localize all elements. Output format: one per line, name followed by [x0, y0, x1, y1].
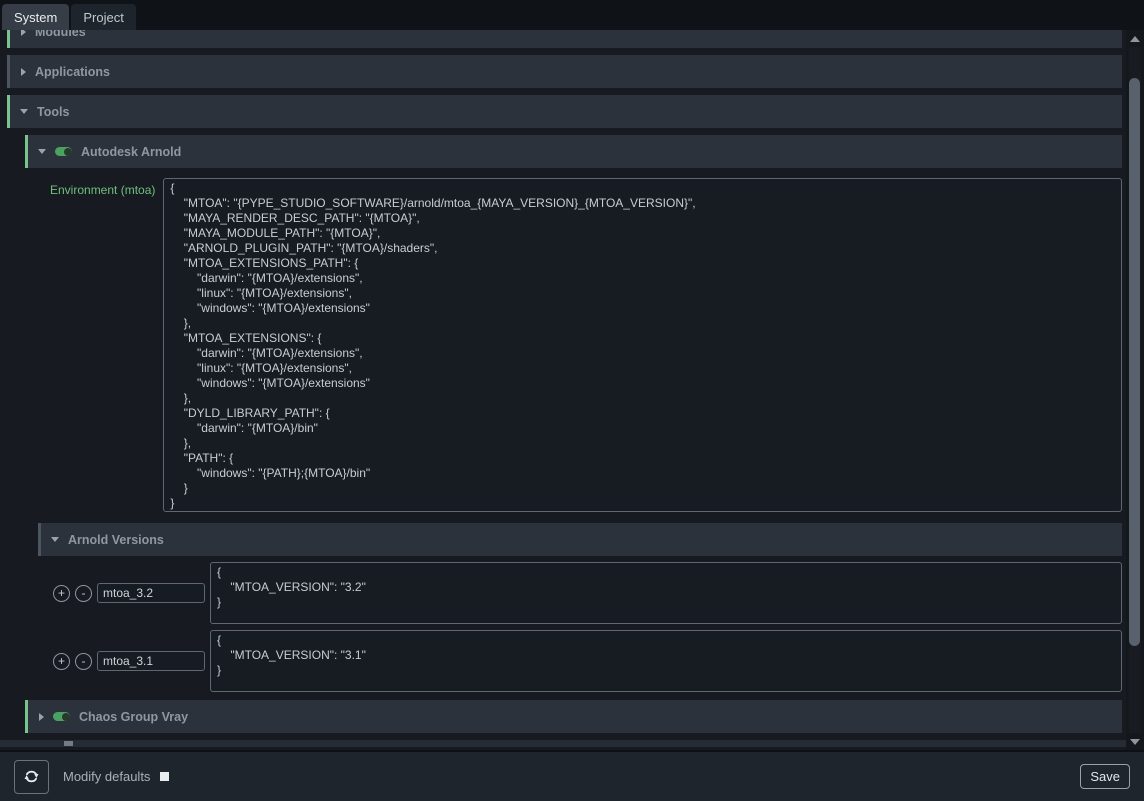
- version-row: + - { "MTOA_VERSION": "3.2" }: [38, 562, 1122, 624]
- scroll-down-button[interactable]: [1126, 733, 1144, 750]
- section-title: Chaos Group Vray: [79, 710, 188, 724]
- caret-down-icon: [20, 109, 28, 114]
- refresh-button[interactable]: [14, 760, 49, 794]
- save-button[interactable]: Save: [1080, 764, 1130, 789]
- caret-down-icon: [51, 537, 59, 542]
- add-version-button[interactable]: +: [53, 585, 70, 602]
- toggle-knob: [64, 148, 72, 156]
- scroll-down-icon: [1130, 739, 1140, 745]
- environment-json-textarea[interactable]: { "MTOA": "{PYPE_STUDIO_SOFTWARE}/arnold…: [163, 178, 1122, 512]
- section-title: Autodesk Arnold: [81, 145, 181, 159]
- modify-defaults-label: Modify defaults: [63, 769, 150, 784]
- environment-label: Environment (mtoa): [50, 178, 155, 512]
- remove-version-button[interactable]: -: [75, 653, 92, 670]
- version-row: + - { "MTOA_VERSION": "3.1" }: [38, 630, 1122, 692]
- section-header-autodesk-arnold[interactable]: Autodesk Arnold: [25, 135, 1122, 168]
- add-version-button[interactable]: +: [53, 653, 70, 670]
- tools-section-content: Autodesk Arnold Environment (mtoa) { "MT…: [25, 135, 1122, 733]
- toggle-knob: [62, 713, 70, 721]
- modify-defaults-checkbox[interactable]: [160, 772, 169, 781]
- footer-toolbar: Modify defaults Save: [0, 750, 1144, 801]
- caret-right-icon: [21, 68, 26, 76]
- section-header-modules[interactable]: Modules: [7, 30, 1122, 48]
- horizontal-scrollbar-thumb[interactable]: [64, 741, 73, 746]
- vertical-scrollbar-thumb[interactable]: [1129, 78, 1140, 646]
- caret-right-icon: [39, 713, 44, 721]
- section-title: Applications: [35, 65, 110, 79]
- tab-project[interactable]: Project: [71, 4, 135, 30]
- environment-row: Environment (mtoa) { "MTOA": "{PYPE_STUD…: [50, 178, 1122, 512]
- section-title: Arnold Versions: [68, 533, 164, 547]
- version-key-input[interactable]: [97, 651, 205, 671]
- caret-right-icon: [21, 30, 26, 36]
- caret-down-icon: [38, 149, 46, 154]
- tab-system[interactable]: System: [2, 4, 69, 30]
- scroll-up-icon: [1130, 36, 1140, 42]
- arnold-content: Arnold Versions + - { "MTOA_VERSION": "3…: [38, 523, 1122, 692]
- section-title: Modules: [35, 30, 86, 39]
- scroll-up-button[interactable]: [1126, 30, 1144, 47]
- tab-bar: System Project: [0, 0, 1144, 30]
- settings-scroll-area: Modules Applications Tools Autodesk Arno…: [0, 30, 1126, 750]
- remove-version-button[interactable]: -: [75, 585, 92, 602]
- section-header-applications[interactable]: Applications: [7, 55, 1122, 88]
- refresh-icon: [23, 768, 40, 785]
- section-title: Tools: [37, 105, 69, 119]
- section-header-tools[interactable]: Tools: [7, 95, 1122, 128]
- version-json-textarea[interactable]: { "MTOA_VERSION": "3.1" }: [210, 630, 1122, 692]
- section-header-chaos-group-vray[interactable]: Chaos Group Vray: [25, 700, 1122, 733]
- horizontal-scrollbar[interactable]: [0, 740, 1126, 747]
- vertical-scrollbar[interactable]: [1126, 30, 1144, 750]
- section-header-arnold-versions[interactable]: Arnold Versions: [38, 523, 1122, 556]
- arnold-enabled-toggle[interactable]: [55, 147, 72, 156]
- vray-enabled-toggle[interactable]: [53, 712, 70, 721]
- version-json-textarea[interactable]: { "MTOA_VERSION": "3.2" }: [210, 562, 1122, 624]
- version-key-input[interactable]: [97, 583, 205, 603]
